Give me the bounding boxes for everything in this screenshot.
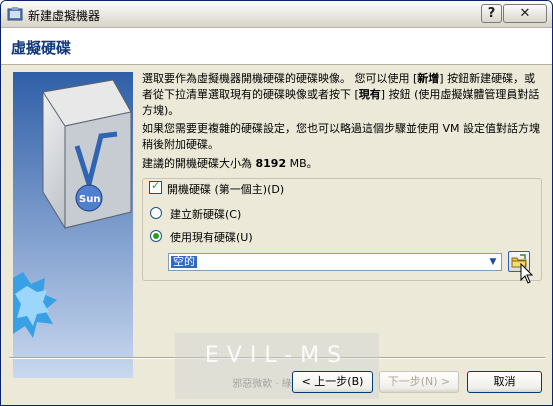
virtualbox-side-illustration: Sun <box>13 72 133 378</box>
wizard-window: 新建虛擬機器 ? ✕ 虛擬硬碟 Sun 選取要作為虛擬機器開機硬碟的硬碟映像。 … <box>0 0 553 406</box>
page-header: 虛擬硬碟 <box>1 28 552 65</box>
recommended-size-value: 8192 <box>255 157 287 170</box>
recommended-size-text: 建議的開機硬碟大小為 <box>142 157 256 170</box>
close-icon: ✕ <box>519 6 531 21</box>
create-new-disk-label[interactable]: 建立新硬碟(C) <box>170 206 241 222</box>
next-button[interactable]: 下一步(N) > <box>379 371 459 393</box>
recommended-size-paragraph: 建議的開機硬碟大小為 8192 MB。 <box>142 156 544 172</box>
intro-existing-keyword: 現有 <box>358 88 381 101</box>
advanced-paragraph: 如果您需要更複雜的硬碟設定，您也可以略過這個步驟並使用 VM 設定值對話方塊稍後… <box>142 122 541 151</box>
page-title: 虛擬硬碟 <box>11 39 72 57</box>
back-button[interactable]: < 上一步(B) <box>292 371 373 393</box>
window-title: 新建虛擬機器 <box>28 9 101 23</box>
watermark-title: EVIL-MS <box>204 343 350 368</box>
title-bar[interactable]: 新建虛擬機器 ? ✕ <box>1 1 552 28</box>
use-existing-disk-radio[interactable] <box>150 230 162 242</box>
intro-new-keyword: 新增 <box>417 72 440 85</box>
boot-disk-checkbox-label[interactable]: 開機硬碟 (第一個主)(D) <box>167 181 288 197</box>
dropdown-selected-value: 空的 <box>171 255 197 268</box>
cancel-button[interactable]: 取消 <box>467 371 542 393</box>
recommended-size-unit: MB。 <box>286 157 318 170</box>
virtualbox-app-icon <box>7 7 23 21</box>
dropdown-arrow-icon[interactable]: ▼ <box>486 255 500 269</box>
create-new-disk-radio[interactable] <box>150 207 162 219</box>
intro-text-1: 選取要作為虛擬機器開機硬碟的硬碟映像。 您可以使用 [ <box>142 72 418 85</box>
mouse-cursor-icon <box>520 263 534 284</box>
help-button[interactable]: ? <box>481 4 502 23</box>
use-existing-disk-label[interactable]: 使用現有硬碟(U) <box>170 229 253 245</box>
intro-paragraph: 選取要作為虛擬機器開機硬碟的硬碟映像。 您可以使用 [新增] 按鈕新建硬碟，或者… <box>142 71 544 119</box>
help-icon: ? <box>487 6 496 21</box>
close-button[interactable]: ✕ <box>503 4 547 23</box>
boot-disk-checkbox[interactable] <box>149 179 162 194</box>
existing-disk-dropdown[interactable]: 空的 ▼ <box>168 253 502 271</box>
svg-text:Sun: Sun <box>79 194 100 205</box>
